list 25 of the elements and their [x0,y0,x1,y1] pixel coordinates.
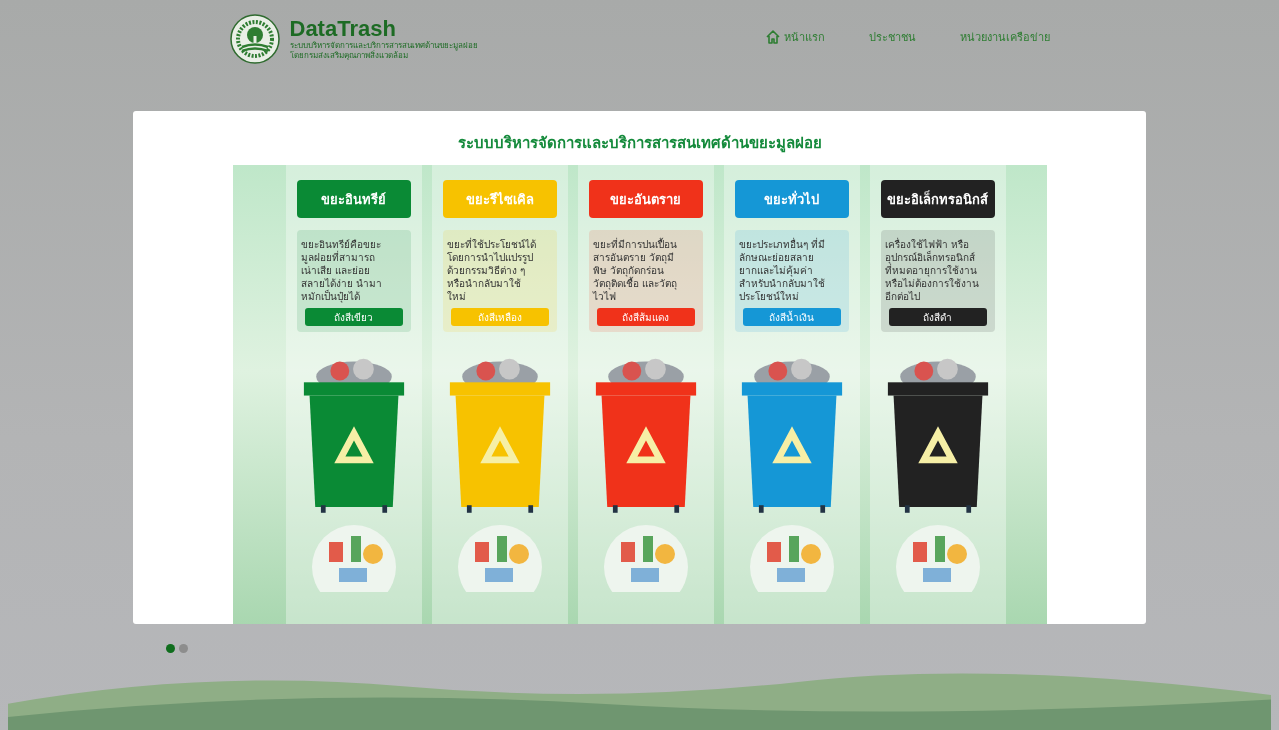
category-heading: ขยะอินทรีย์ [296,180,411,218]
category-description: ขยะที่ใช้ประโยชน์ได้ โดยการนำไปแปรรูป ด้วยกรรมวิธีต่าง ๆ หรือนำกลับมาใช้ ใหม่ [446,238,537,303]
logo-icon [229,14,280,64]
brand-subtitle: ระบบบริหารจัดการและบริการสารสนเทศด้านขยะมูลฝอย โดยกรมส่งเสริมคุณภาพสิ่งแวดล้อม [289,41,478,61]
category-description: ขยะประเภทอื่นๆ ที่มี ลักษณะย่อยสลาย ยากและไม่คุ้มค่า สำหรับนำกลับมาใช้ ประโยชน์ใหม่ [738,238,826,303]
category-description: ขยะที่มีการปนเปื้อน สารอันตราย วัตถุมี พิษ วัตถุกัดกร่อน วัตถุติดเชื้อ และวัตถุ ไวไฟ [592,238,678,303]
brand-name: DataTrash [289,17,397,41]
nav-link[interactable]: หน่วยงานเครือข่าย [959,28,1050,46]
category-heading: ขยะรีไซเคิล [442,180,557,218]
nav-link[interactable]: ประชาชน [868,28,916,46]
category-heading: ขยะทั่วไป [734,180,849,218]
bin-label: ถังสีเหลือง [450,308,549,326]
bin-label: ถังสีน้ำเงิน [742,308,841,326]
bin-label: ถังสีเขียว [304,308,403,326]
category-description: ขยะอินทรีย์คือขยะ มูลฝอยที่สามารถ เน่าเสีย และย่อย สลายได้ง่าย นำมา หมักเป็นปุ๋ยได้ [300,238,383,303]
carousel-dot[interactable] [178,644,188,653]
slide-title: ระบบบริหารจัดการและบริการสารสนเทศด้านขยะมูลฝอย [457,133,822,155]
category-heading: ขยะอันตราย [588,180,703,218]
home-icon [764,29,781,45]
bin-label: ถังสีส้มแดง [596,308,695,326]
category-description: เครื่องใช้ไฟฟ้า หรือ อุปกรณ์อิเล็กทรอนิกส์ ที่หมดอายุการใช้งาน หรือไม่ต้องการใช้งาน อีกต่อไป [884,238,980,303]
nav-link[interactable]: หน้าแรก [764,28,825,46]
carousel-dot[interactable] [165,644,175,653]
bin-label: ถังสีดำ [888,308,987,326]
category-heading: ขยะอิเล็กทรอนิกส์ [880,180,995,218]
